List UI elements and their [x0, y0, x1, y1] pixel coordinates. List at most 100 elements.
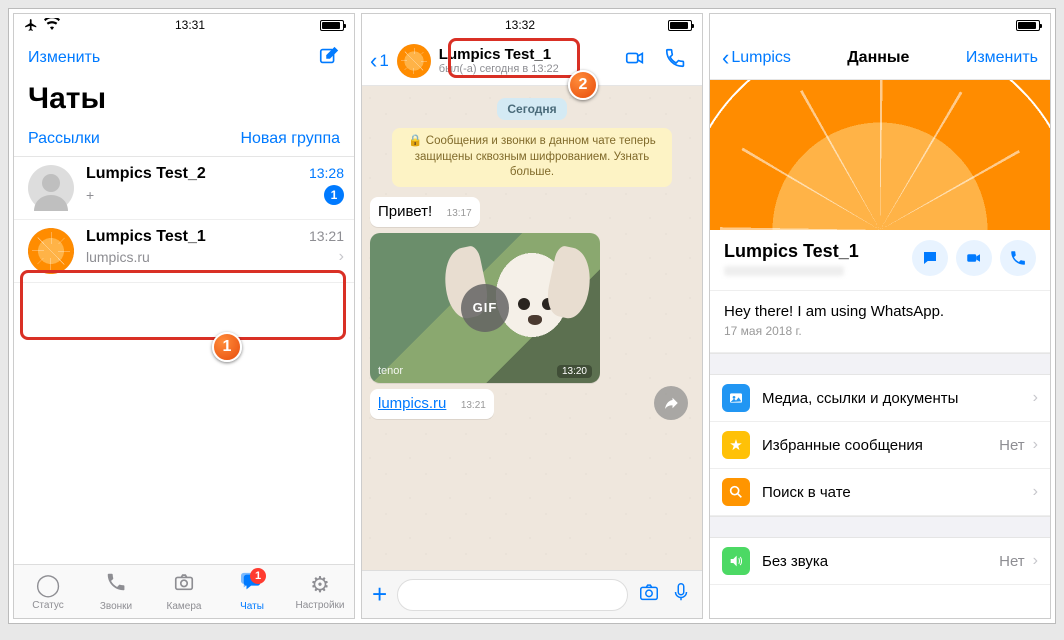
gif-message[interactable]: GIF tenor 13:20 [370, 233, 600, 383]
status-block[interactable]: Hey there! I am using WhatsApp. 17 мая 2… [710, 291, 1050, 353]
tab-chats[interactable]: Чаты1 [218, 565, 286, 618]
info-navbar: ‹Lumpics Данные Изменить [710, 36, 1050, 80]
edit-button[interactable]: Изменить [28, 49, 100, 67]
chat-navbar: ‹1 Lumpics Test_1 был(-а) сегодня в 13:2… [362, 36, 702, 86]
contact-name: Lumpics Test_1 [439, 46, 551, 63]
tab-bar: ◯ Статус Звонки Камера Чаты1 ⚙Настройки [14, 564, 354, 618]
row-label: Избранные сообщения [762, 437, 999, 454]
message-bubble[interactable]: lumpics.ru 13:21 [370, 389, 494, 419]
section-spacer [710, 516, 1050, 538]
contact-header: Lumpics Test_1 [710, 230, 1050, 291]
message-link[interactable]: lumpics.ru [378, 395, 446, 412]
chevron-right-icon: › [1029, 552, 1038, 570]
gif-label: GIF [461, 284, 509, 332]
back-button[interactable]: ‹Lumpics [722, 45, 791, 71]
video-call-icon[interactable] [624, 47, 646, 74]
status-bar: 13:32 [362, 14, 702, 36]
annotation-badge-1: 1 [212, 332, 242, 362]
tab-calls[interactable]: Звонки [82, 565, 150, 618]
back-label: Lumpics [731, 49, 791, 67]
tab-label: Звонки [100, 601, 132, 612]
chat-row[interactable]: Lumpics Test_1 13:21 lumpics.ru › [14, 220, 354, 283]
tab-camera[interactable]: Камера [150, 565, 218, 618]
section-spacer [710, 353, 1050, 375]
chat-name: Lumpics Test_2 [86, 165, 206, 183]
status-bar [710, 14, 1050, 36]
status-time: 13:31 [175, 18, 205, 32]
row-value: Нет [999, 553, 1025, 570]
battery-icon [1016, 20, 1040, 31]
page-title: Чаты [14, 80, 354, 124]
row-search[interactable]: Поиск в чате › [710, 469, 1050, 516]
row-label: Поиск в чате [762, 484, 1029, 501]
gear-icon: ⚙ [310, 572, 330, 598]
tab-badge: 1 [250, 568, 266, 584]
back-button[interactable]: ‹1 [370, 48, 389, 74]
contact-phone-blurred [724, 266, 844, 276]
contact-name: Lumpics Test_1 [724, 241, 904, 262]
chat-row[interactable]: Lumpics Test_2 13:28 + 1 [14, 157, 354, 220]
battery-icon [668, 20, 692, 31]
chevron-right-icon: › [1029, 483, 1038, 501]
tab-status[interactable]: ◯ Статус [14, 565, 82, 618]
contact-photo[interactable] [710, 80, 1050, 230]
call-icon[interactable] [1000, 240, 1036, 276]
phone-chat-view: 13:32 ‹1 Lumpics Test_1 был(-а) сегодня … [361, 13, 703, 619]
contact-title-area[interactable]: Lumpics Test_1 был(-а) сегодня в 13:22 [439, 46, 624, 75]
message-icon[interactable] [912, 240, 948, 276]
message-time: 13:17 [447, 208, 472, 219]
row-starred[interactable]: ★ Избранные сообщения Нет › [710, 422, 1050, 469]
photo-icon [722, 384, 750, 412]
chat-preview: lumpics.ru [86, 249, 150, 265]
phone-icon [105, 571, 127, 599]
gif-source: tenor [378, 365, 403, 377]
message-input-bar: + [362, 570, 702, 618]
chevron-right-icon: › [1029, 389, 1038, 407]
chat-time: 13:21 [309, 228, 344, 244]
tab-label: Статус [32, 600, 64, 611]
avatar [28, 228, 74, 274]
camera-icon[interactable] [638, 581, 660, 608]
status-bar: 13:31 [14, 14, 354, 36]
attach-icon[interactable]: + [372, 579, 387, 610]
video-icon[interactable] [956, 240, 992, 276]
status-icon: ◯ [36, 572, 61, 598]
chevron-right-icon: › [335, 248, 344, 266]
page-title: Данные [847, 49, 909, 67]
compose-icon[interactable] [318, 45, 340, 72]
new-group-link[interactable]: Новая группа [240, 130, 340, 148]
row-value: Нет [999, 437, 1025, 454]
message-text: Привет! [378, 203, 432, 220]
chat-preview: + [86, 187, 94, 203]
row-media[interactable]: Медиа, ссылки и документы › [710, 375, 1050, 422]
wifi-icon [44, 18, 60, 33]
encryption-notice[interactable]: 🔒 Сообщения и звонки в данном чате тепер… [392, 128, 672, 187]
status-date: 17 мая 2018 г. [724, 324, 1036, 338]
broadcasts-link[interactable]: Рассылки [28, 130, 100, 148]
date-separator: Сегодня [497, 98, 566, 120]
voice-call-icon[interactable] [664, 47, 686, 74]
subheader-links: Рассылки Новая группа [14, 124, 354, 157]
chat-time: 13:28 [309, 165, 344, 181]
status-text: Hey there! I am using WhatsApp. [724, 303, 1036, 320]
contact-avatar[interactable] [397, 44, 431, 78]
edit-button[interactable]: Изменить [966, 49, 1038, 67]
message-time: 13:21 [461, 400, 486, 411]
speaker-icon [722, 547, 750, 575]
message-bubble[interactable]: Привет! 13:17 [370, 197, 480, 227]
forward-icon[interactable] [654, 386, 688, 420]
status-time: 13:32 [505, 18, 535, 32]
airplane-icon [24, 18, 38, 32]
row-label: Без звука [762, 553, 999, 570]
camera-icon [173, 571, 195, 599]
mic-icon[interactable] [670, 581, 692, 608]
message-time: 13:20 [557, 365, 592, 378]
row-label: Медиа, ссылки и документы [762, 390, 1029, 407]
tab-settings[interactable]: ⚙Настройки [286, 565, 354, 618]
back-count: 1 [379, 51, 388, 71]
row-mute[interactable]: Без звука Нет › [710, 538, 1050, 585]
message-input[interactable] [397, 579, 628, 611]
chevron-right-icon: › [1029, 436, 1038, 454]
unread-badge: 1 [324, 185, 344, 205]
search-icon [722, 478, 750, 506]
